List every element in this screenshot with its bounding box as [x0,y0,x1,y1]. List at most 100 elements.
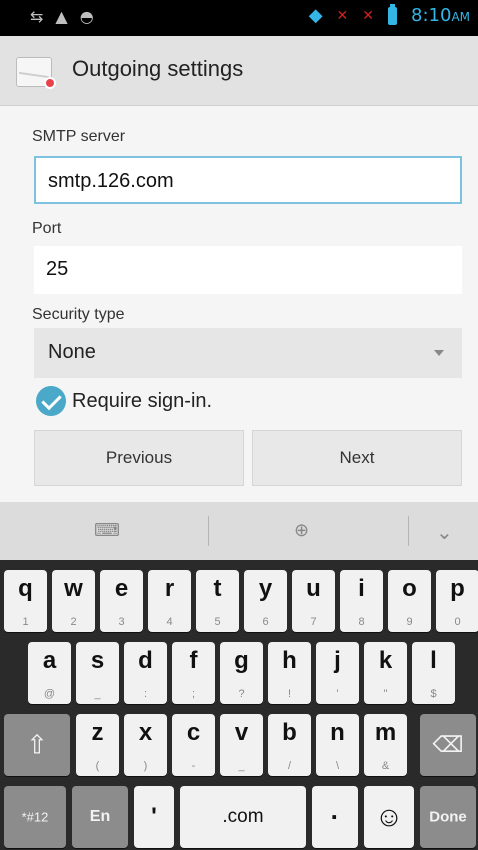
key-v[interactable]: v _ [220,714,263,776]
toolbar-divider [408,516,409,546]
key-w-label: w [64,575,83,602]
status-ampm: AM [451,10,470,24]
smtp-server-input[interactable]: smtp.126.com [34,156,462,204]
key-l-alt: $ [430,688,437,700]
key-m-label: m [374,719,397,746]
key-h-alt: ! [287,688,292,700]
period-key-label: · [330,801,340,832]
backspace-key[interactable]: ⌫ [420,714,476,776]
key-e-label: e [114,575,129,602]
next-button[interactable]: Next [252,430,462,486]
shift-key[interactable]: ⇧ [4,714,70,776]
done-key[interactable]: Done [420,786,476,848]
usb-icon: ⇆ [30,7,44,26]
key-q[interactable]: q1 [4,570,47,632]
key-j[interactable]: j ' [316,642,359,704]
comma-key-label: ' [151,803,157,830]
key-s[interactable]: s _ [76,642,119,704]
key-n-label: n [330,719,345,746]
security-type-value: None [48,341,96,363]
key-h[interactable]: h! [268,642,311,704]
key-z-alt: ( [95,760,100,772]
key-d[interactable]: d: [124,642,167,704]
key-k-label: k [378,647,393,674]
checkmark-icon [36,386,66,416]
dotcom-key-label: .com [222,806,264,827]
previous-button[interactable]: Previous [34,430,244,486]
globe-icon[interactable]: ⊕ [294,520,309,541]
key-m[interactable]: m & [364,714,407,776]
key-p[interactable]: p0 [436,570,478,632]
smtp-server-label: SMTP server [32,128,126,145]
backspace-key-label: ⌫ [432,732,464,757]
key-y[interactable]: y6 [244,570,287,632]
language-key[interactable]: En [72,786,128,848]
key-k[interactable]: k " [364,642,407,704]
key-t[interactable]: t5 [196,570,239,632]
key-w[interactable]: w2 [52,570,95,632]
chevron-down-icon[interactable]: ⌄ [436,520,453,544]
key-z-label: z [91,719,104,746]
key-g-label: g [234,647,249,674]
key-d-alt: : [143,688,148,700]
key-q-alt: 1 [22,616,29,628]
key-h-label: h [282,647,297,674]
key-f-alt: ; [191,688,196,700]
key-z[interactable]: z( [76,714,119,776]
key-y-label: y [258,575,273,602]
key-o[interactable]: o9 [388,570,431,632]
key-s-label: s [90,647,105,674]
key-q-label: q [18,575,33,602]
signal-icon: ✕ [336,7,349,24]
key-a-alt: @ [43,688,56,700]
key-a[interactable]: a @ [28,642,71,704]
status-icons-right: ◆ ✕ ✕ 8:10AM [308,3,470,26]
key-w-alt: 2 [70,616,77,628]
key-i[interactable]: i8 [340,570,383,632]
key-i-label: i [358,575,365,602]
key-p-alt: 0 [454,616,461,628]
status-time: 8:10AM [411,5,470,26]
key-u-label: u [306,575,321,602]
key-t-label: t [213,575,222,602]
key-e-alt: 3 [118,616,125,628]
comma-key[interactable]: ' [134,786,174,848]
keyboard-icon[interactable]: ⌨ [94,520,120,541]
key-e[interactable]: e3 [100,570,143,632]
key-x-label: x [138,719,153,746]
key-f[interactable]: f; [172,642,215,704]
period-key[interactable]: · [312,786,358,848]
key-b[interactable]: b / [268,714,311,776]
key-r[interactable]: r4 [148,570,191,632]
status-icons-left: ⇆ ▲ ◓ [30,8,94,26]
email-app-icon[interactable] [16,53,56,91]
security-type-select[interactable]: None [34,328,462,378]
signal-icon-2: ✕ [362,7,375,24]
key-l[interactable]: l $ [412,642,455,704]
action-bar: Outgoing settings [0,36,478,106]
key-k-alt: " [383,688,388,700]
wifi-icon: ◆ [308,5,323,26]
key-n[interactable]: n \ [316,714,359,776]
key-b-label: b [282,719,297,746]
key-o-alt: 9 [406,616,413,628]
battery-icon [388,3,398,25]
port-label: Port [32,220,62,237]
emoji-key[interactable]: ☺ [364,786,414,848]
settings-form: SMTP server smtp.126.com Port 25 Securit… [0,106,478,502]
key-c[interactable]: c- [172,714,215,776]
key-g[interactable]: g? [220,642,263,704]
status-bar: ⇆ ▲ ◓ ◆ ✕ ✕ 8:10AM [0,0,478,36]
key-d-label: d [138,647,153,674]
require-signin-checkbox[interactable]: Require sign-in. [36,386,212,416]
dropdown-arrow-icon [434,350,444,356]
port-input[interactable]: 25 [34,246,462,294]
android-icon: ◓ [79,7,94,26]
dotcom-key[interactable]: .com [180,786,306,848]
warning-icon: ▲ [55,7,68,26]
symbols-key[interactable]: *#12 [4,786,66,848]
key-x[interactable]: x) [124,714,167,776]
done-key-label: Done [429,808,467,826]
key-u[interactable]: u7 [292,570,335,632]
require-signin-label: Require sign-in. [72,389,213,412]
